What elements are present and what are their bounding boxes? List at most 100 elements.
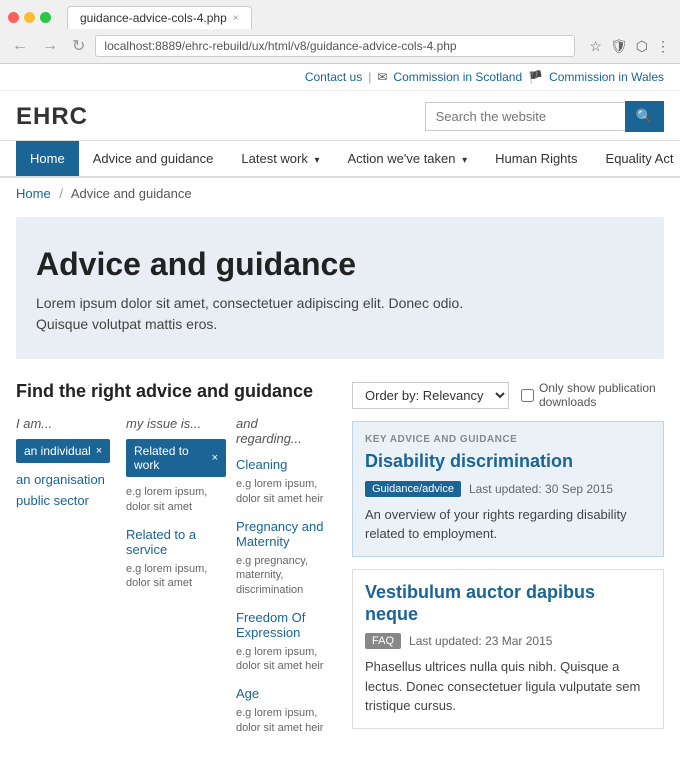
results-controls: Order by: Relevancy Date Title Only show… [352,381,664,409]
card1-description: An overview of your rights regarding dis… [365,505,651,544]
hero-section: Advice and guidance Lorem ipsum dolor si… [16,217,664,359]
card1-section-label: KEY ADVICE AND GUIDANCE [365,434,651,445]
left-filters: Find the right advice and guidance I am.… [16,381,336,745]
filter-link-age[interactable]: Age [236,683,326,704]
filter-section-title: Find the right advice and guidance [16,381,336,402]
filter-item-expression: Freedom Of Expression e.g lorem ipsum,do… [236,607,326,674]
filter-tag-work-label: Related to work [134,444,207,472]
filter-link-expression[interactable]: Freedom Of Expression [236,607,326,643]
publication-filter-text: Only show publication downloads [539,381,664,409]
maximize-window-button[interactable] [40,12,51,23]
filter-cleaning-sub: e.g lorem ipsum,dolor sit amet heir [236,477,326,506]
forward-button[interactable]: → [38,37,62,55]
scotland-flag-icon: ✉ [377,70,387,84]
filter-link-public-sector[interactable]: public sector [16,490,116,511]
caret-icon-2: ▾ [462,155,467,166]
address-bar[interactable] [95,35,575,57]
site-header: EHRC 🔍 [0,91,680,141]
filter-item-cleaning: Cleaning e.g lorem ipsum,dolor sit amet … [236,454,326,506]
order-select[interactable]: Order by: Relevancy Date Title [352,382,509,409]
browser-controls: ← → ↻ ☆ 🛡 ⬡ ⋮ [8,35,672,57]
back-button[interactable]: ← [8,37,32,55]
filter-link-organisation[interactable]: an organisation [16,469,116,490]
minimize-window-button[interactable] [24,12,35,23]
wales-flag-icon: 🏴 [528,70,543,84]
tab-bar: guidance-advice-cols-4.php × [8,6,672,29]
breadcrumb-current: Advice and guidance [71,186,192,201]
main-nav: Home Advice and guidance Latest work ▾ A… [0,141,680,178]
wales-link[interactable]: Commission in Wales [549,70,664,84]
utility-separator: | [368,70,371,84]
filter-expression-sub: e.g lorem ipsum,dolor sit amet heir [236,645,326,674]
card1-meta: Guidance/advice Last updated: 30 Sep 201… [365,481,651,497]
tab-close-button[interactable]: × [233,13,239,24]
card1-date: Last updated: 30 Sep 2015 [469,482,613,496]
filter-col-iam: I am... an individual × an organisation … [16,416,126,745]
search-input[interactable] [425,102,625,131]
card1-badge: Guidance/advice [365,481,461,497]
contact-us-link[interactable]: Contact us [305,70,362,84]
filter-tag-label: an individual [24,444,91,458]
breadcrumb: Home / Advice and guidance [0,178,680,209]
scotland-link[interactable]: Commission in Scotland [393,70,522,84]
hero-title: Advice and guidance [36,245,644,283]
filter-link-pregnancy[interactable]: Pregnancy and Maternity [236,516,326,552]
publication-filter-label[interactable]: Only show publication downloads [521,381,664,409]
filter-col3-label: and regarding... [236,416,326,446]
card2-description: Phasellus ultrices nulla quis nibh. Quis… [365,657,651,716]
close-window-button[interactable] [8,12,19,23]
site-wrapper: Contact us | ✉ Commission in Scotland 🏴 … [0,64,680,759]
breadcrumb-home-link[interactable]: Home [16,186,51,201]
filter-item-pregnancy: Pregnancy and Maternity e.g pregnancy,ma… [236,516,326,597]
nav-item-human-rights[interactable]: Human Rights [481,141,591,176]
filter-tag-work-remove-icon[interactable]: × [212,452,218,464]
card1-title-link[interactable]: Disability discrimination [365,451,651,473]
shield-icon[interactable]: 🛡 [608,38,630,55]
filter-col2-label: my issue is... [126,416,226,431]
filter-columns: I am... an individual × an organisation … [16,416,336,745]
menu-icon[interactable]: ⋮ [654,38,672,55]
filter-tag-individual[interactable]: an individual × [16,439,110,463]
search-form: 🔍 [425,101,664,132]
reload-button[interactable]: ↻ [68,36,89,56]
filter-item-age: Age e.g lorem ipsum,dolor sit amet heir [236,683,326,735]
bookmark-icon[interactable]: ☆ [587,38,604,55]
nav-item-equality-act[interactable]: Equality Act [592,141,680,176]
browser-icon-bar: ☆ 🛡 ⬡ ⋮ [587,38,672,55]
site-logo[interactable]: EHRC [16,103,88,131]
main-content: Find the right advice and guidance I am.… [0,367,680,759]
filter-col1-label: I am... [16,416,116,431]
nav-item-home[interactable]: Home [16,141,79,176]
browser-chrome: guidance-advice-cols-4.php × ← → ↻ ☆ 🛡 ⬡… [0,0,680,64]
filter-pregnancy-sub: e.g pregnancy,maternity, discrimination [236,554,326,597]
breadcrumb-separator: / [59,186,63,201]
filter-age-sub: e.g lorem ipsum,dolor sit amet heir [236,706,326,735]
filter-item-work: Related to work × e.g lorem ipsum,dolor … [126,439,226,514]
nav-item-latest-work[interactable]: Latest work ▾ [227,141,333,176]
card2-title-link[interactable]: Vestibulum auctor dapibus neque [365,582,651,625]
traffic-lights [8,12,51,23]
filter-col-issue: my issue is... Related to work × e.g lor… [126,416,236,745]
card2-badge: FAQ [365,633,401,649]
filter-tag-work[interactable]: Related to work × [126,439,226,477]
hero-description: Lorem ipsum dolor sit amet, consectetuer… [36,293,644,335]
caret-icon: ▾ [314,155,319,166]
filter-link-cleaning[interactable]: Cleaning [236,454,326,475]
filter-item-service: Related to a service e.g lorem ipsum,dol… [126,524,226,591]
result-card-2: Vestibulum auctor dapibus neque FAQ Last… [352,569,664,729]
card2-meta: FAQ Last updated: 23 Mar 2015 [365,633,651,649]
filter-col-regarding: and regarding... Cleaning e.g lorem ipsu… [236,416,336,745]
nav-item-advice[interactable]: Advice and guidance [79,141,228,176]
nav-list: Home Advice and guidance Latest work ▾ A… [16,141,664,176]
extensions-icon[interactable]: ⬡ [634,38,650,55]
filter-tag-remove-icon[interactable]: × [96,445,102,457]
card2-date: Last updated: 23 Mar 2015 [409,634,552,648]
right-results: Order by: Relevancy Date Title Only show… [352,381,664,745]
browser-tab[interactable]: guidance-advice-cols-4.php × [67,6,252,29]
nav-item-action[interactable]: Action we've taken ▾ [334,141,482,176]
filter-service-sub: e.g lorem ipsum,dolor sit amet [126,562,226,591]
filter-link-service[interactable]: Related to a service [126,524,226,560]
search-button[interactable]: 🔍 [625,101,664,132]
publication-filter-checkbox[interactable] [521,389,534,402]
result-card-1: KEY ADVICE AND GUIDANCE Disability discr… [352,421,664,557]
